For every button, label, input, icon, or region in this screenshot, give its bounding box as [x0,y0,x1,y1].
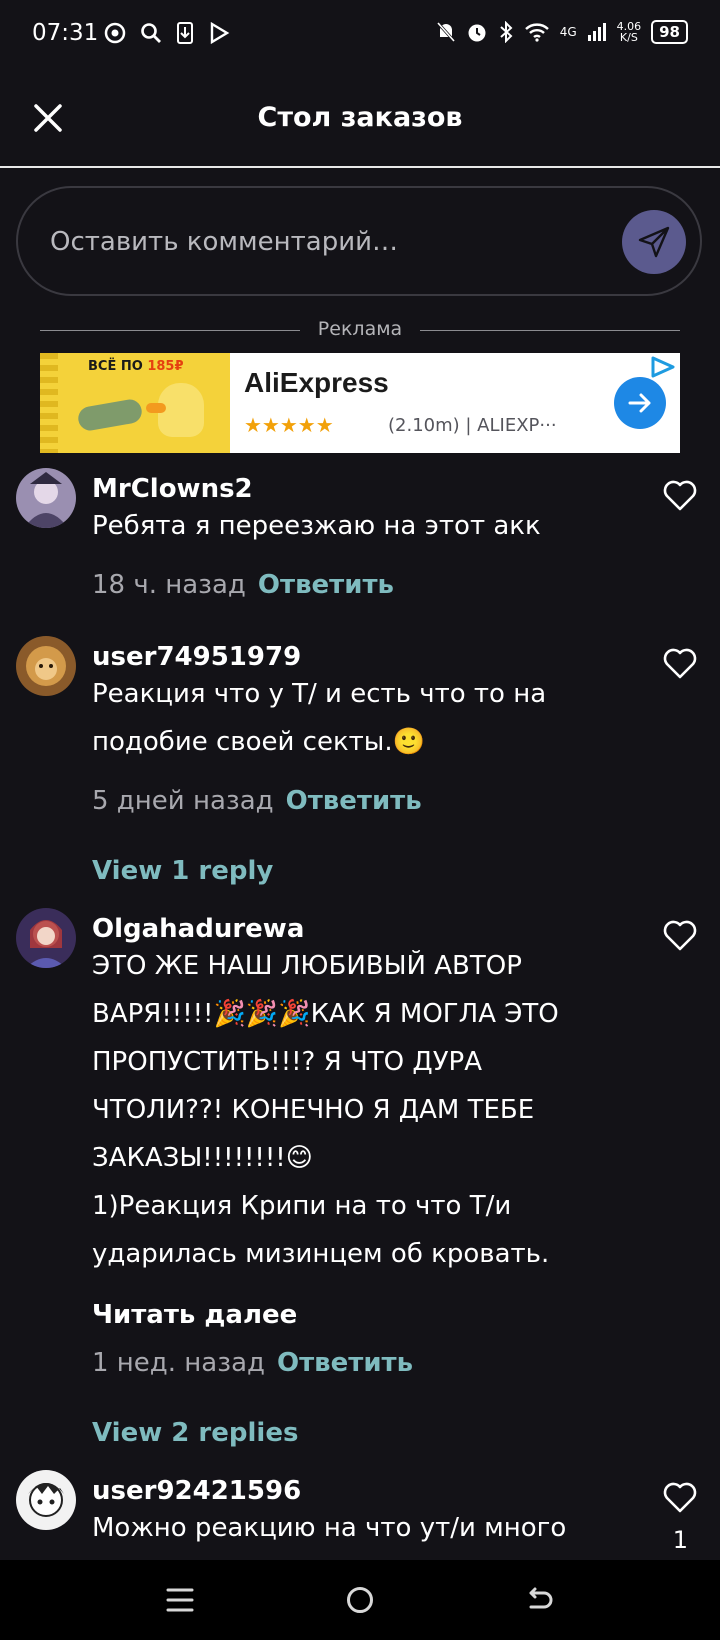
comment-line: ЧТОЛИ??! КОНЕЧНО Я ДАМ ТЕБЕ [92,1095,535,1125]
heart-icon[interactable] [662,918,698,952]
bluetooth-icon [500,21,513,43]
avatar-image [16,636,76,696]
comment-line: ударилась мизинцем об кровать. [92,1239,550,1269]
comment-text: Реакция что у Т/ и есть что то на подоби… [92,670,612,766]
comment-username[interactable]: Olgahadurewa [92,914,304,944]
reply-link[interactable]: Ответить [277,1348,413,1378]
like-count: 1 [672,1526,688,1554]
ad-banner[interactable]: ВСЁ ПО 185₽ AliExpress ★★★★★ (2.10m) | A… [40,353,680,453]
comment-item: MrClowns2 Ребята я переезжаю на этот акк… [0,468,720,608]
home-circle-icon [347,1587,373,1613]
status-bar: 07:31 4G 4.06 K/S 98 [0,0,720,72]
wifi-icon [524,23,549,42]
menu-icon [166,1588,194,1612]
ad-image-stripe [40,353,58,453]
page-title: Стол заказов [257,102,463,133]
network-speed-unit: K/S [619,31,638,44]
heart-icon[interactable] [662,646,698,680]
ad-image-price: 185₽ [147,359,184,374]
heart-icon[interactable] [662,1480,698,1514]
comment-text: Можно реакцию на что ут/и много [92,1504,612,1552]
avatar[interactable] [16,1470,76,1530]
network-type: 4G [559,25,577,39]
search-icon [141,23,161,43]
comment-time: 1 нед. назад [92,1348,265,1378]
comment-line: подобие своей секты.🙂 [92,727,425,757]
nav-back-button[interactable] [518,1580,562,1620]
ad-image-caption: ВСЁ ПО [88,359,148,374]
avatar[interactable] [16,908,76,968]
comment-line: ПРОПУСТИТЬ!!!? Я ЧТО ДУРА [92,1047,483,1077]
ad-image-text: ВСЁ ПО 185₽ [88,359,184,374]
nav-menu-button[interactable] [158,1580,202,1620]
mute-bell-icon [436,22,455,42]
ad-label-text: Реклама [305,318,415,340]
reply-link[interactable]: Ответить [286,786,422,816]
comment-line: ЗАКАЗЫ!!!!!!!!😊 [92,1143,313,1173]
ad-rating-stars: ★★★★★ [244,413,334,437]
comment-item: user92421596 Можно реакцию на что ут/и м… [0,1470,720,1560]
ad-choices-icon[interactable] [650,355,676,379]
comment-text: Ребята я переезжаю на этот акк [92,502,612,550]
avatar-image [16,468,76,528]
read-more-link[interactable]: Читать далее [92,1300,297,1330]
ad-brand: AliExpress [244,367,389,398]
status-time: 07:31 [32,20,99,46]
signal-icon [587,23,606,41]
comment-username[interactable]: user74951979 [92,642,301,672]
back-icon [529,1587,553,1609]
send-button[interactable] [622,210,686,274]
reply-link[interactable]: Ответить [258,570,394,600]
ad-label-row: Реклама [40,318,680,342]
view-replies-link[interactable]: View 1 reply [92,856,273,886]
comment-line: Ребята я переезжаю на этот акк [92,511,541,541]
arrow-right-icon [628,393,651,413]
status-system-icons: 4G 4.06 K/S 98 [436,20,688,44]
ad-meta: (2.10m) | ALIEXP··· [388,415,557,436]
download-icon [177,22,193,44]
comment-meta: 5 дней назад Ответить [92,786,422,816]
comment-item: Olgahadurewa ЭТО ЖЕ НАШ ЛЮБИВЫЙ АВТОР ВА… [0,908,720,1448]
ad-label: Реклама [40,318,680,340]
comment-username[interactable]: user92421596 [92,1476,301,1506]
comment-item: user74951979 Реакция что у Т/ и есть что… [0,636,720,886]
view-replies-link[interactable]: View 2 replies [92,1418,298,1448]
comment-line: Можно реакцию на что ут/и много [92,1513,567,1543]
comment-line: ЭТО ЖЕ НАШ ЛЮБИВЫЙ АВТОР [92,951,522,981]
ad-product-image: ВСЁ ПО 185₽ [40,353,230,453]
comment-meta: 18 ч. назад Ответить [92,570,394,600]
network-speed: 4.06 K/S [617,21,642,43]
comment-username[interactable]: MrClowns2 [92,474,253,504]
avatar-image [16,1470,76,1530]
nav-home-button[interactable] [338,1580,382,1620]
battery-indicator: 98 [651,20,688,44]
ad-open-button[interactable] [614,377,666,429]
header: Стол заказов [0,72,720,168]
system-nav-bar [0,1560,720,1640]
comment-line: Реакция что у Т/ и есть что то на [92,679,547,709]
comment-line: 1)Реакция Крипи на то что Т/и [92,1191,512,1221]
avatar[interactable] [16,636,76,696]
send-icon [638,226,670,258]
comment-time: 18 ч. назад [92,570,246,600]
comment-line: ВАРЯ!!!!!🎉🎉🎉КАК Я МОГЛА ЭТО [92,999,559,1029]
comment-meta: 1 нед. назад Ответить [92,1348,413,1378]
ad-mask-product [76,397,144,433]
comment-composer [16,186,702,296]
heart-icon[interactable] [662,478,698,512]
comment-input[interactable] [48,218,592,266]
comment-text: ЭТО ЖЕ НАШ ЛЮБИВЫЙ АВТОР ВАРЯ!!!!!🎉🎉🎉КАК… [92,942,612,1278]
status-notification-icons [104,22,230,44]
alarm-icon [468,24,486,42]
ad-duck-beak [146,403,166,413]
avatar[interactable] [16,468,76,528]
play-icon [210,22,230,44]
avatar-image [16,908,76,968]
comment-time: 5 дней назад [92,786,274,816]
chrome-icon [104,22,126,44]
